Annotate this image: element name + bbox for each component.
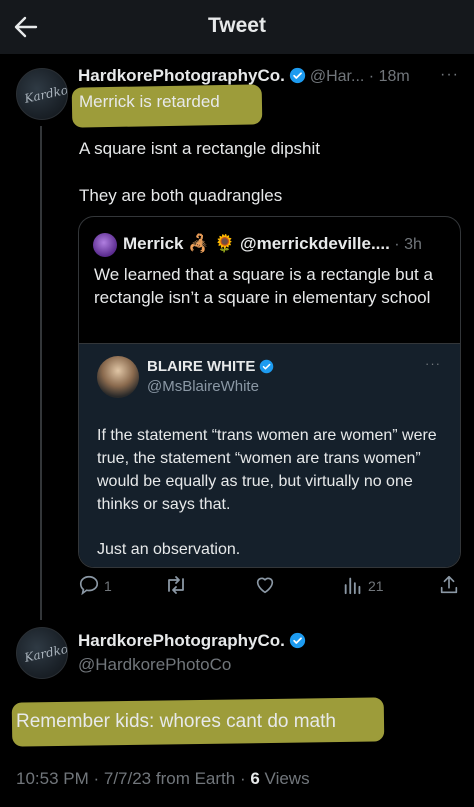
- page-title: Tweet: [208, 14, 266, 37]
- share-icon[interactable]: [438, 574, 460, 596]
- tweet-meta: 10:53 PM · 7/7/23 from Earth · 6 Views: [16, 769, 310, 788]
- author-name[interactable]: HardkorePhotographyCo.: [78, 631, 285, 650]
- retweet-icon[interactable]: [164, 574, 188, 596]
- tweet-views-label: Views: [264, 769, 310, 788]
- verified-badge-icon: [289, 632, 306, 649]
- more-options-icon[interactable]: ···: [440, 66, 459, 84]
- quoted-tweet-card[interactable]: Merrick 🦂 🌻 @merrickdeville.... · 3h We …: [78, 216, 461, 568]
- tweet-view-count: 6: [250, 769, 260, 788]
- author-handle[interactable]: @HardkorePhotoCo: [78, 655, 231, 675]
- nested-quoted-tweet[interactable]: BLAIRE WHITE @MsBlaireWhite ··· If the s…: [79, 343, 460, 567]
- nested-author-name: BLAIRE WHITE: [147, 358, 256, 375]
- quote-author-avatar: [93, 233, 117, 257]
- quote-author-emojis: 🦂 🌻: [188, 234, 236, 253]
- verified-badge-icon: [260, 359, 274, 374]
- quote-author-row: Merrick 🦂 🌻 @merrickdeville.... · 3h: [123, 234, 422, 253]
- nested-author-avatar: [97, 356, 139, 398]
- tweet-author-row: HardkorePhotographyCo. @Har... · 18m: [78, 66, 410, 85]
- tweet-text-line: Merrick is retarded: [79, 92, 220, 111]
- nested-author-handle: @MsBlaireWhite: [147, 378, 259, 395]
- avatar[interactable]: Kardkore: [16, 68, 68, 120]
- avatar-signature: Kardkore: [23, 639, 68, 665]
- views-analytics-icon[interactable]: [342, 574, 364, 596]
- avatar[interactable]: Kardkore: [16, 627, 68, 679]
- more-options-icon[interactable]: ···: [425, 356, 441, 371]
- tweet-author-row: HardkorePhotographyCo.: [78, 631, 310, 651]
- thread-connector-line: [40, 126, 42, 620]
- tweet-source: from Earth: [155, 769, 236, 788]
- views-count: 21: [368, 578, 384, 594]
- avatar-signature: Kardkore: [23, 80, 68, 106]
- quote-author-name: Merrick: [123, 234, 184, 253]
- quote-author-handle: @merrickdeville....: [240, 234, 390, 253]
- nested-tweet-text: Just an observation.: [97, 541, 241, 558]
- reply-count: 1: [104, 578, 112, 594]
- tweet-text-line: They are both quadrangles: [79, 186, 283, 205]
- nested-author-row: BLAIRE WHITE: [147, 358, 278, 376]
- nested-tweet-text: If the statement “trans women are women”…: [97, 427, 437, 513]
- tweet-timestamp: 10:53 PM: [16, 769, 89, 788]
- author-name[interactable]: HardkorePhotographyCo.: [78, 66, 285, 85]
- tweet-time: 18m: [378, 68, 410, 85]
- tweet-text-line: A square isnt a rectangle dipshit: [79, 139, 320, 158]
- tweet-date: 7/7/23: [103, 769, 152, 788]
- quote-text: We learned that a square is a rectangle …: [94, 265, 433, 307]
- tweet-action-bar: 1 21: [78, 570, 462, 600]
- quote-time: 3h: [404, 236, 422, 253]
- main-tweet-text: Remember kids: whores cant do math: [16, 711, 336, 732]
- reply-icon[interactable]: [78, 574, 100, 596]
- top-bar: Tweet: [0, 0, 474, 54]
- verified-badge-icon: [289, 67, 306, 84]
- author-handle[interactable]: @Har...: [310, 68, 364, 85]
- like-heart-icon[interactable]: [254, 574, 276, 596]
